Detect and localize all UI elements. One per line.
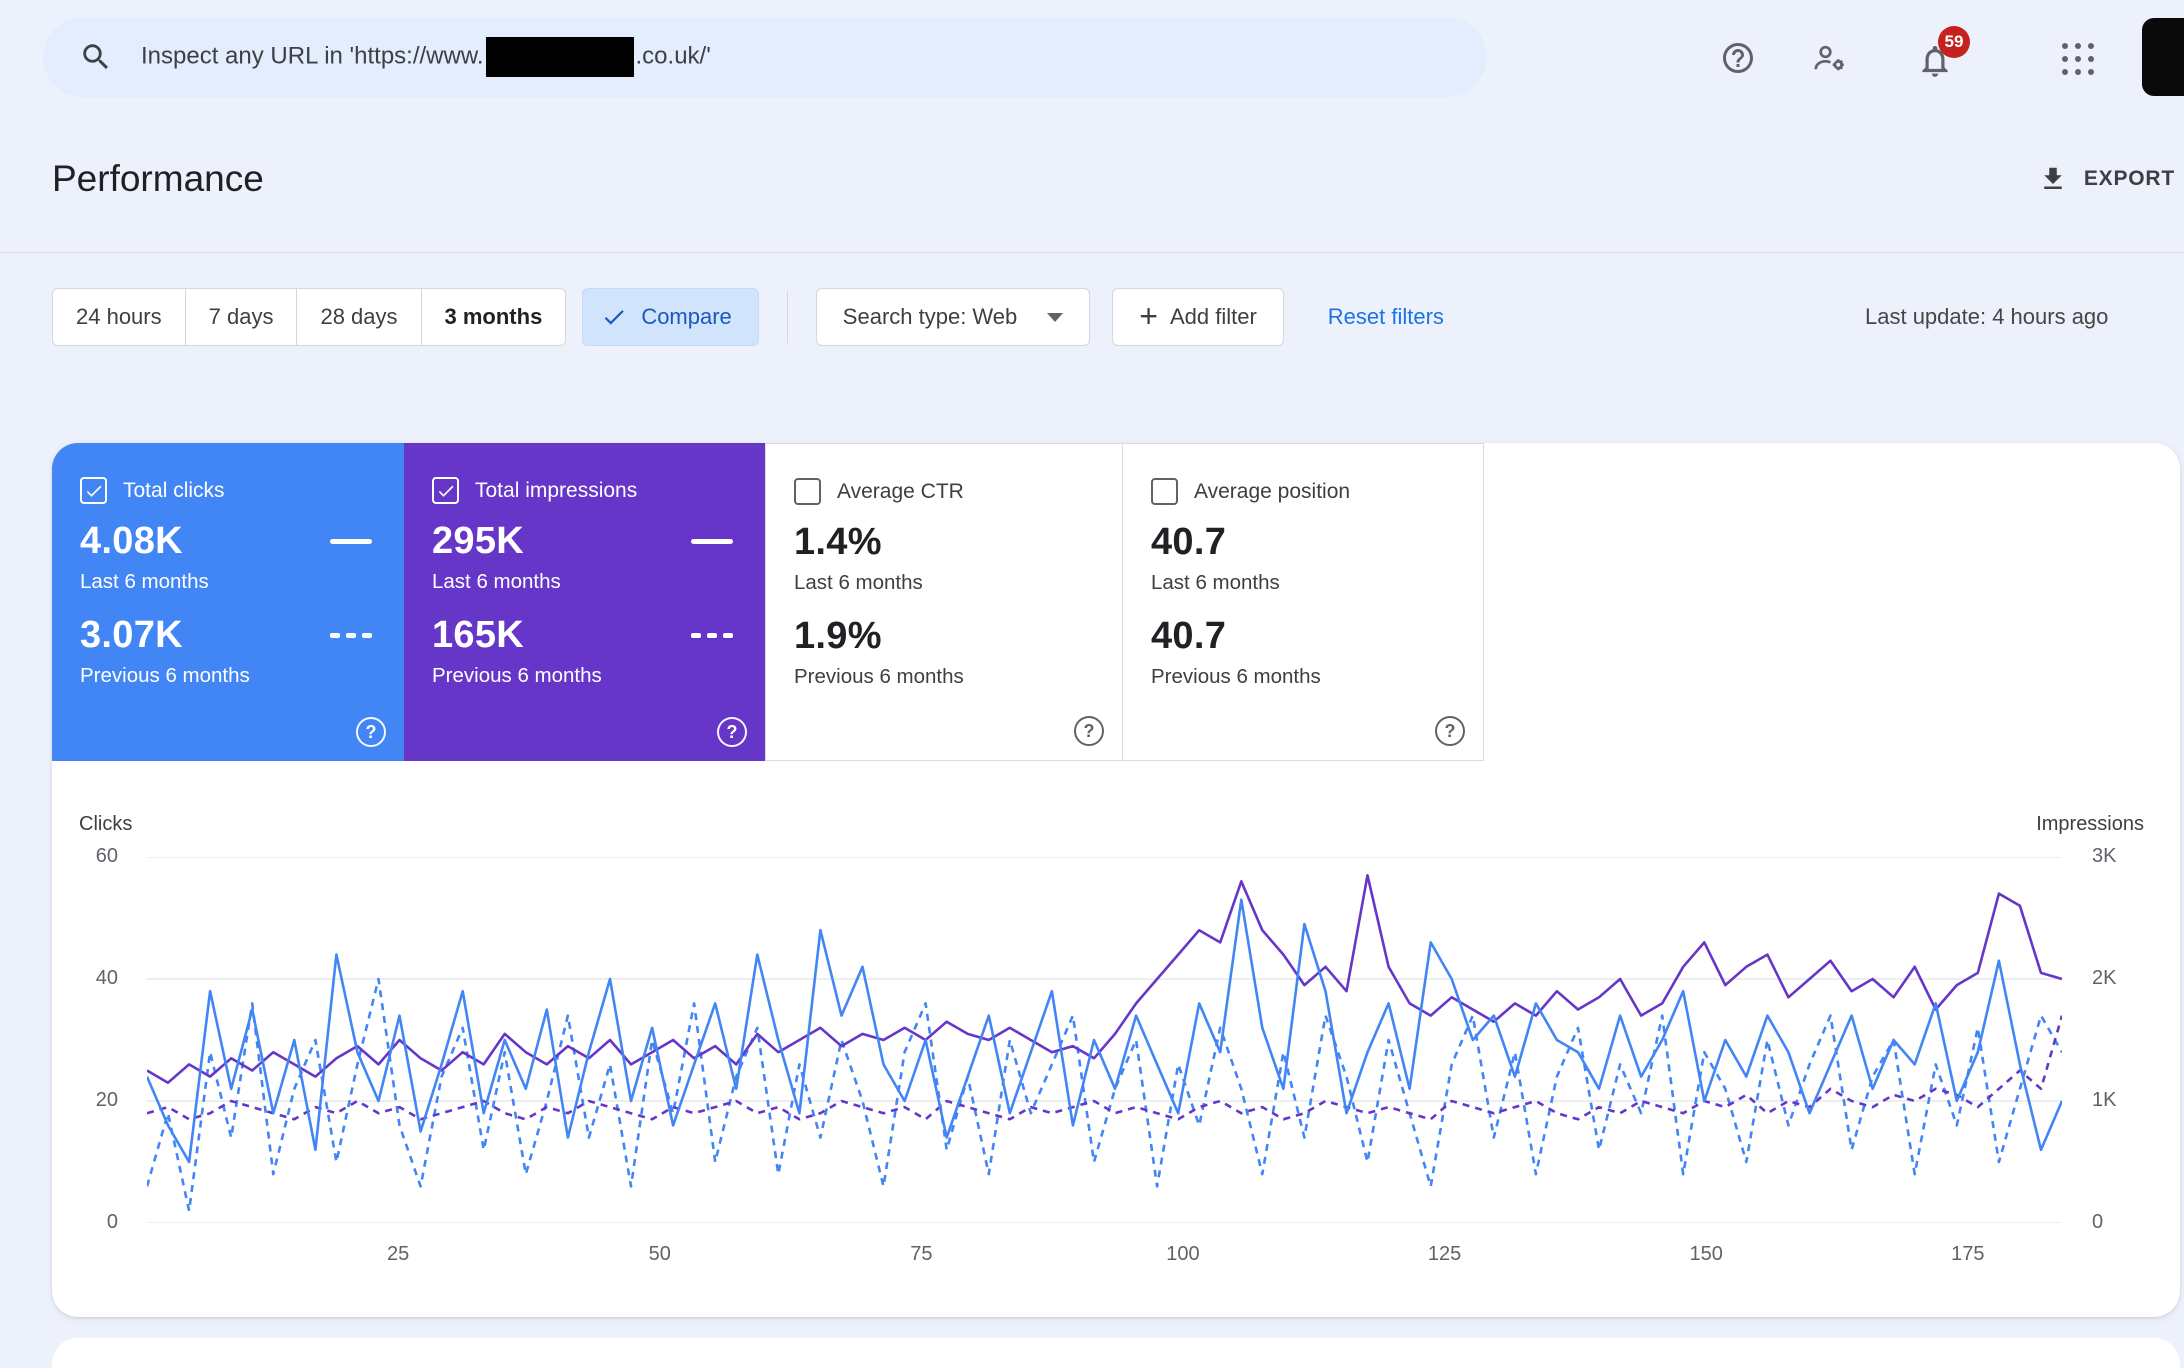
solid-line-legend-icon xyxy=(691,539,733,544)
axis-tick-label: 0 xyxy=(56,1211,118,1234)
header-divider xyxy=(0,252,2184,253)
axis-tick-label: 0 xyxy=(2092,1211,2103,1234)
axis-tick-label: 3K xyxy=(2092,845,2116,868)
metric-card-label: Average position xyxy=(1194,480,1350,504)
help-icon[interactable] xyxy=(1720,40,1756,76)
axis-tick-label: 40 xyxy=(56,967,118,990)
axis-tick-label: 1K xyxy=(2092,1089,2116,1112)
metric-card-total-clicks[interactable]: Total clicks 4.08K Last 6 months 3.07K P… xyxy=(52,443,404,761)
search-type-dropdown[interactable]: Search type: Web xyxy=(816,288,1090,346)
dashed-line-legend-icon xyxy=(330,633,372,638)
time-range-7-days[interactable]: 7 days xyxy=(185,288,298,346)
checkbox-checked-icon[interactable] xyxy=(80,477,107,504)
google-apps-icon[interactable] xyxy=(2062,43,2094,75)
compare-label: Compare xyxy=(641,304,731,330)
time-range-24-hours[interactable]: 24 hours xyxy=(52,288,186,346)
checkbox-unchecked-icon[interactable] xyxy=(1151,478,1178,505)
left-axis-title: Clicks xyxy=(79,813,132,836)
add-filter-label: Add filter xyxy=(1170,304,1257,330)
metric-value-previous: 1.9% xyxy=(794,615,882,658)
help-icon[interactable]: ? xyxy=(1074,716,1104,746)
metric-card-average-ctr[interactable]: Average CTR 1.4% Last 6 months 1.9% Prev… xyxy=(765,443,1123,761)
checkbox-checked-icon[interactable] xyxy=(432,477,459,504)
download-icon xyxy=(2038,164,2068,194)
axis-tick-label: 100 xyxy=(1143,1243,1223,1266)
metric-value-current: 40.7 xyxy=(1151,521,1226,564)
metric-card-label: Average CTR xyxy=(837,480,964,504)
axis-tick-label: 150 xyxy=(1666,1243,1746,1266)
chevron-down-icon xyxy=(1047,313,1063,322)
notification-count-badge: 59 xyxy=(1938,26,1970,58)
metric-card-average-position[interactable]: Average position 40.7 Last 6 months 40.7… xyxy=(1122,443,1484,761)
metric-period-previous: Previous 6 months xyxy=(52,657,404,688)
help-icon[interactable]: ? xyxy=(1435,716,1465,746)
filter-divider xyxy=(787,291,788,343)
export-button[interactable]: EXPORT xyxy=(2038,164,2175,194)
search-icon xyxy=(79,40,113,74)
metric-period-current: Last 6 months xyxy=(766,564,1122,595)
time-range-3-months[interactable]: 3 months xyxy=(421,288,567,346)
metric-period-current: Last 6 months xyxy=(52,563,404,594)
performance-chart[interactable] xyxy=(147,857,2062,1223)
export-label: EXPORT xyxy=(2084,167,2175,191)
last-update-label: Last update: 4 hours ago xyxy=(1865,304,2108,330)
metric-period-previous: Previous 6 months xyxy=(404,657,765,688)
search-type-label: Search type: Web xyxy=(843,304,1017,330)
metric-value-current: 4.08K xyxy=(80,520,183,563)
help-icon[interactable]: ? xyxy=(356,717,386,747)
axis-tick-label: 75 xyxy=(881,1243,961,1266)
next-panel-peek xyxy=(52,1338,2180,1368)
dashed-line-legend-icon xyxy=(691,633,733,638)
page-title: Performance xyxy=(52,158,264,200)
time-range-28-days[interactable]: 28 days xyxy=(296,288,421,346)
checkmark-icon xyxy=(601,304,627,330)
metric-value-previous: 40.7 xyxy=(1151,615,1226,658)
filter-row: 24 hours 7 days 28 days 3 months Compare… xyxy=(52,288,1444,346)
notifications-button[interactable]: 59 xyxy=(1902,26,1972,96)
axis-tick-label: 25 xyxy=(358,1243,438,1266)
metric-value-current: 1.4% xyxy=(794,521,882,564)
metric-card-label: Total impressions xyxy=(475,479,637,503)
help-icon[interactable]: ? xyxy=(717,717,747,747)
metric-value-previous: 165K xyxy=(432,614,524,657)
checkbox-unchecked-icon[interactable] xyxy=(794,478,821,505)
url-inspect-searchbar[interactable]: Inspect any URL in 'https://www..co.uk/' xyxy=(43,17,1487,97)
reset-filters-link[interactable]: Reset filters xyxy=(1328,304,1444,330)
metric-value-previous: 3.07K xyxy=(80,614,183,657)
metric-period-current: Last 6 months xyxy=(404,563,765,594)
redacted-site-name xyxy=(486,37,634,77)
axis-tick-label: 60 xyxy=(56,845,118,868)
metric-period-previous: Previous 6 months xyxy=(766,658,1122,689)
axis-tick-label: 125 xyxy=(1405,1243,1485,1266)
performance-panel: Total clicks 4.08K Last 6 months 3.07K P… xyxy=(52,443,2180,1317)
plus-icon: + xyxy=(1139,300,1158,332)
account-avatar[interactable] xyxy=(2142,18,2184,96)
search-placeholder-text: Inspect any URL in 'https://www..co.uk/' xyxy=(141,37,711,77)
metric-card-total-impressions[interactable]: Total impressions 295K Last 6 months 165… xyxy=(404,443,765,761)
axis-tick-label: 20 xyxy=(56,1089,118,1112)
series-clicks-previous-6-months xyxy=(147,979,2062,1211)
right-axis-title: Impressions xyxy=(2036,813,2144,836)
axis-tick-label: 175 xyxy=(1928,1243,2008,1266)
compare-toggle[interactable]: Compare xyxy=(582,288,758,346)
manage-users-icon[interactable] xyxy=(1812,40,1848,76)
metric-value-current: 295K xyxy=(432,520,524,563)
axis-tick-label: 2K xyxy=(2092,967,2116,990)
solid-line-legend-icon xyxy=(330,539,372,544)
metric-card-label: Total clicks xyxy=(123,479,225,503)
metric-period-current: Last 6 months xyxy=(1123,564,1483,595)
add-filter-button[interactable]: + Add filter xyxy=(1112,288,1284,346)
axis-tick-label: 50 xyxy=(620,1243,700,1266)
metric-period-previous: Previous 6 months xyxy=(1123,658,1483,689)
